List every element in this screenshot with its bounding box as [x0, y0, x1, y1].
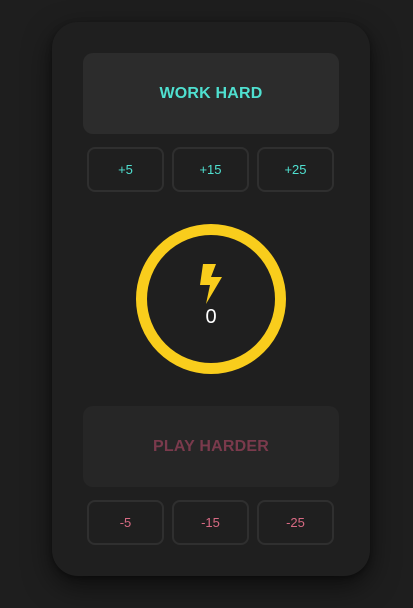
subtract-25-button[interactable]: -25 — [257, 500, 334, 545]
work-hard-button[interactable]: WORK HARD — [83, 53, 339, 134]
play-harder-button[interactable]: PLAY HARDER — [83, 406, 339, 487]
add-5-button[interactable]: +5 — [87, 147, 164, 192]
lightning-bolt-icon — [200, 264, 222, 304]
decrement-buttons-row: -5 -15 -25 — [87, 500, 334, 545]
add-25-button[interactable]: +25 — [257, 147, 334, 192]
increment-buttons-row: +5 +15 +25 — [87, 147, 334, 192]
energy-meter: 0 — [136, 224, 286, 374]
subtract-5-button[interactable]: -5 — [87, 500, 164, 545]
subtract-15-button[interactable]: -15 — [172, 500, 249, 545]
energy-counter: 0 — [205, 306, 217, 328]
add-15-button[interactable]: +15 — [172, 147, 249, 192]
